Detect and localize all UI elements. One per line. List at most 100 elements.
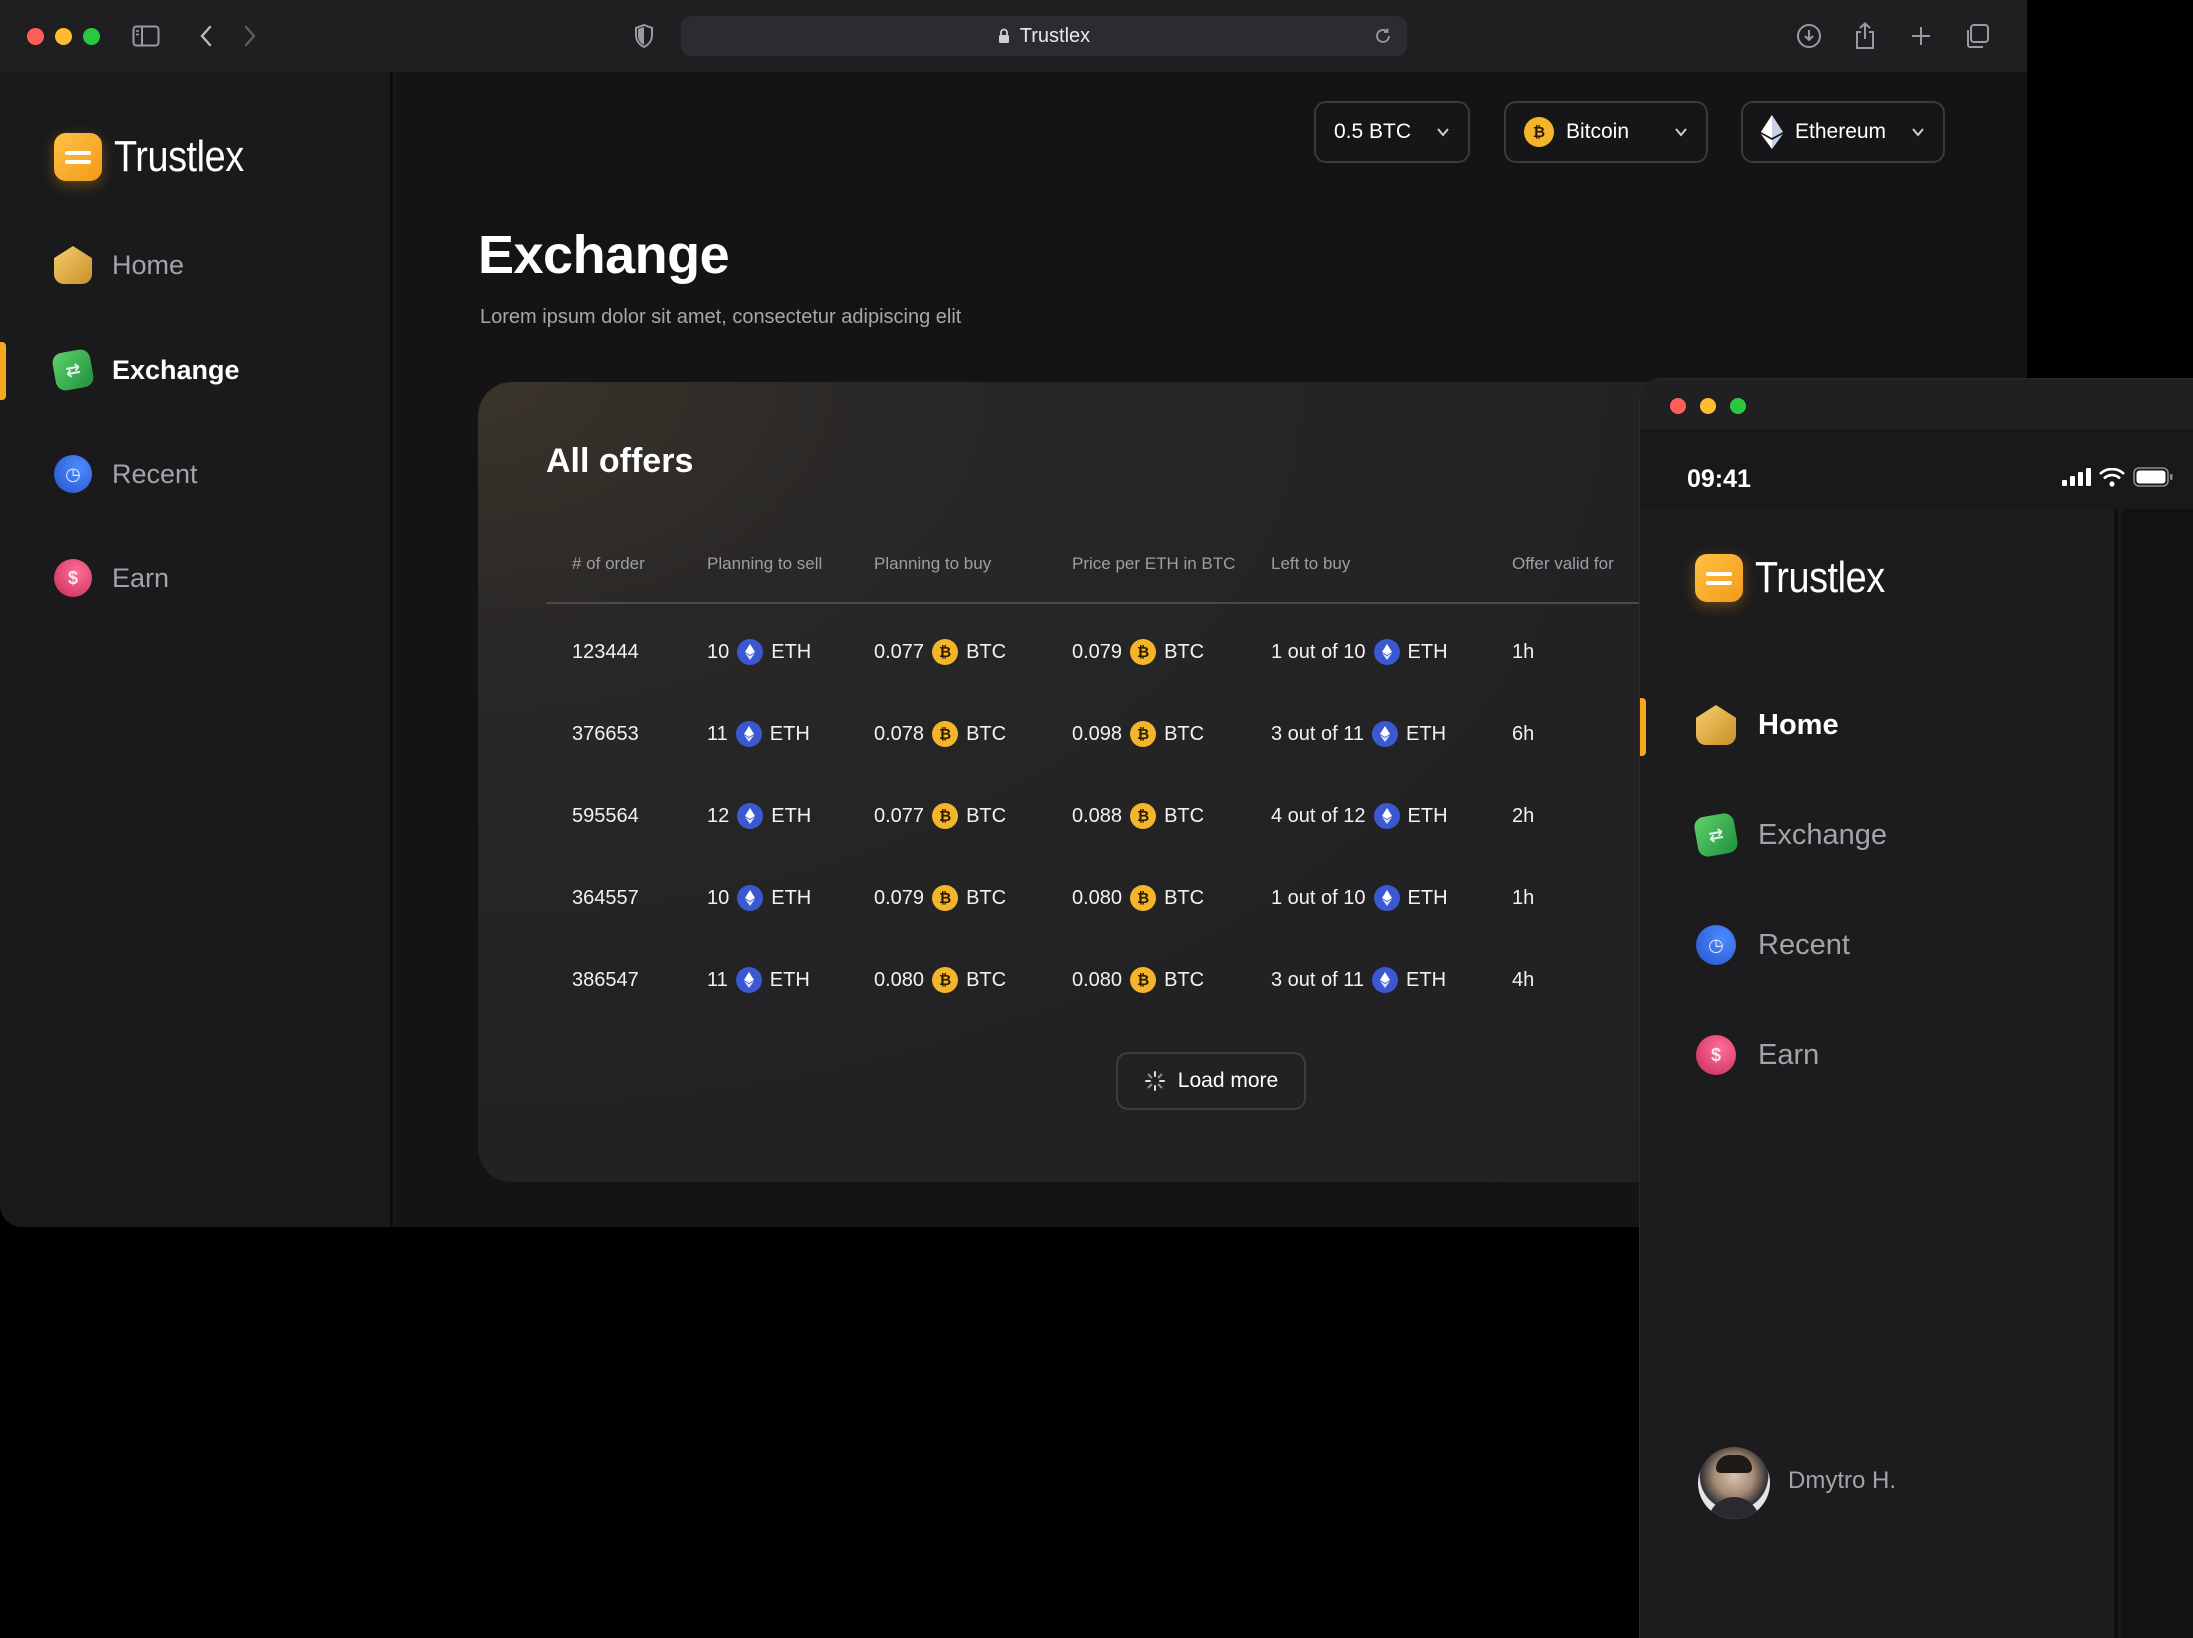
browser-titlebar: Trustlex	[0, 0, 2027, 72]
mobile-nav-item-home[interactable]: Home	[1696, 705, 1839, 745]
sell-unit: ETH	[771, 640, 812, 663]
valid-for-cell: 4h	[1512, 950, 1534, 1010]
table-row[interactable]: 376653 11 ETH 0.078 ₿ BTC 0.098 ₿ BTC 3 out of 11…	[546, 704, 1718, 764]
mobile-nav-label: Home	[1758, 708, 1839, 741]
table-row[interactable]: 123444 10 ETH 0.077 ₿ BTC 0.079 ₿ BTC 1 out of 10…	[546, 622, 1718, 682]
valid-for: 2h	[1512, 804, 1535, 827]
btc-icon: ₿	[1130, 639, 1157, 665]
order-number: 386547	[572, 968, 639, 991]
forward-icon[interactable]	[234, 20, 266, 52]
sidebar-item-exchange[interactable]: ⇄ Exchange	[50, 347, 240, 393]
amount-select[interactable]: 0.5 BTC	[1314, 101, 1470, 163]
table-row[interactable]: 364557 10 ETH 0.079 ₿ BTC 0.080 ₿ BTC 1 out of 10…	[546, 868, 1718, 928]
to-coin-label: Ethereum	[1795, 120, 1887, 143]
chevron-down-icon	[1912, 128, 1924, 137]
sell-unit: ETH	[769, 722, 810, 745]
to-coin-select[interactable]: Ethereum	[1741, 101, 1945, 163]
left-to-buy-cell: 3 out of 11 ETH	[1271, 950, 1446, 1010]
mobile-nav-item-earn[interactable]: $ Earn	[1696, 1035, 1819, 1075]
left-to-buy: 1 out of 10	[1271, 886, 1366, 909]
from-coin-select[interactable]: ₿ Bitcoin	[1504, 101, 1708, 163]
column-header: Planning to buy	[874, 554, 992, 573]
buy-unit: BTC	[966, 640, 1007, 663]
new-tab-icon[interactable]	[1905, 20, 1937, 52]
url-text: Trustlex	[1019, 24, 1091, 47]
brand-logo[interactable]: Trustlex	[1695, 553, 1906, 603]
table-row[interactable]: 386547 11 ETH 0.080 ₿ BTC 0.080 ₿ BTC 3 out of 11…	[546, 950, 1718, 1010]
left-to-buy: 4 out of 12	[1271, 804, 1366, 827]
logo-icon	[54, 133, 102, 181]
eth-icon	[1373, 803, 1400, 829]
eth-icon	[737, 803, 764, 829]
left-unit: ETH	[1407, 886, 1448, 909]
price-unit: BTC	[1164, 968, 1205, 991]
table-row[interactable]: 595564 12 ETH 0.077 ₿ BTC 0.088 ₿ BTC 4 out of 12…	[546, 786, 1718, 846]
price-cell: 0.098 ₿ BTC	[1072, 704, 1204, 764]
eth-icon	[735, 967, 762, 993]
reload-icon[interactable]	[1369, 22, 1397, 50]
page-title: Exchange	[478, 225, 730, 285]
user-avatar[interactable]	[1698, 1447, 1770, 1519]
column-header: # of order	[572, 554, 645, 573]
sell-amount: 11	[707, 968, 728, 991]
order-number-cell: 386547	[572, 950, 639, 1010]
loading-spinner-icon	[1144, 1071, 1165, 1091]
order-number-cell: 123444	[572, 622, 639, 682]
tabs-overview-icon[interactable]	[1961, 20, 1993, 52]
mobile-titlebar	[1640, 379, 2193, 429]
eth-icon	[737, 639, 764, 665]
minimize-window-button[interactable]	[1700, 398, 1716, 414]
share-icon[interactable]	[1849, 20, 1881, 52]
ethereum-icon	[1761, 115, 1783, 149]
price-unit: BTC	[1164, 722, 1205, 745]
left-to-buy-cell: 1 out of 10 ETH	[1271, 622, 1448, 682]
btc-icon: ₿	[1130, 885, 1157, 911]
left-to-buy: 3 out of 11	[1271, 968, 1365, 991]
maximize-window-button[interactable]	[1730, 398, 1746, 414]
close-window-button[interactable]	[27, 28, 44, 45]
back-icon[interactable]	[190, 20, 222, 52]
mobile-nav-item-exchange[interactable]: ⇄ Exchange	[1692, 811, 1887, 859]
column-header: Price per ETH in BTC	[1072, 554, 1236, 573]
left-to-buy: 3 out of 11	[1271, 722, 1365, 745]
sidebar-item-earn[interactable]: $ Earn	[54, 559, 169, 597]
sidebar-toggle-icon[interactable]	[130, 20, 162, 52]
sell-unit: ETH	[769, 968, 810, 991]
column-header: Offer valid for	[1512, 554, 1614, 573]
eth-icon	[1372, 967, 1399, 993]
address-bar[interactable]: Trustlex	[681, 16, 1407, 56]
price-value: 0.088	[1072, 804, 1123, 827]
order-number: 123444	[572, 640, 639, 663]
sidebar-item-home[interactable]: Home	[54, 246, 184, 284]
price-cell: 0.080 ₿ BTC	[1072, 868, 1204, 928]
bitcoin-icon: ₿	[1524, 117, 1554, 147]
exchange-icon: ⇄	[1692, 811, 1740, 859]
brand-name: Trustlex	[114, 132, 244, 181]
buy-amount: 0.079	[874, 886, 925, 909]
buy-cell: 0.078 ₿ BTC	[874, 704, 1006, 764]
left-unit: ETH	[1406, 722, 1447, 745]
close-window-button[interactable]	[1670, 398, 1686, 414]
download-icon[interactable]	[1793, 20, 1825, 52]
sell-cell: 11 ETH	[707, 950, 810, 1010]
order-number: 595564	[572, 804, 639, 827]
shield-icon[interactable]	[628, 20, 660, 52]
btc-icon: ₿	[1130, 803, 1157, 829]
brand-logo[interactable]: Trustlex	[54, 132, 265, 182]
lock-icon	[998, 28, 1009, 43]
valid-for-cell: 1h	[1512, 868, 1534, 928]
sidebar-item-recent[interactable]: ◷ Recent	[54, 455, 198, 493]
mobile-window: 09:41 Trustlex Home ⇄ Exchange ◷ Recent …	[1639, 378, 2193, 1638]
mobile-nav-item-recent[interactable]: ◷ Recent	[1696, 925, 1850, 965]
valid-for: 1h	[1512, 640, 1535, 663]
offers-card: All offers # of order Planning to sell P…	[478, 382, 1718, 1182]
load-more-button[interactable]: Load more	[1116, 1052, 1306, 1110]
price-cell: 0.080 ₿ BTC	[1072, 950, 1204, 1010]
price-value: 0.079	[1072, 640, 1123, 663]
left-to-buy-cell: 3 out of 11 ETH	[1271, 704, 1446, 764]
mobile-nav-label: Recent	[1758, 928, 1850, 961]
maximize-window-button[interactable]	[83, 28, 100, 45]
buy-cell: 0.077 ₿ BTC	[874, 622, 1006, 682]
minimize-window-button[interactable]	[55, 28, 72, 45]
btc-icon: ₿	[932, 885, 959, 911]
